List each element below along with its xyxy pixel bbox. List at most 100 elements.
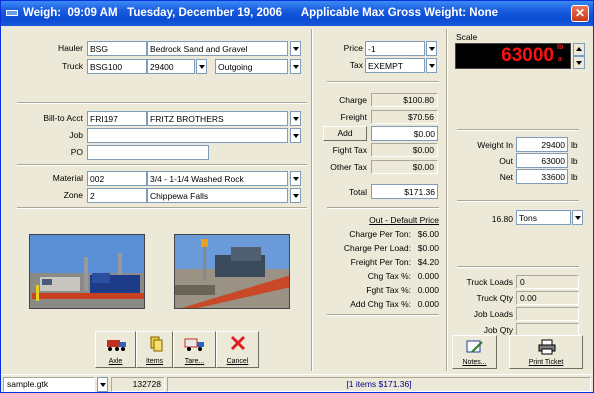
divider-right xyxy=(446,29,448,371)
price-dropdown[interactable] xyxy=(426,41,437,56)
scale-label: Scale xyxy=(456,32,478,42)
net-weight-field: 33600 xyxy=(516,169,568,184)
truck-loads-label: Truck Loads xyxy=(466,277,513,287)
separator xyxy=(17,207,307,209)
items-icon xyxy=(150,336,163,352)
weight-out-unit: lb xyxy=(571,156,578,166)
tax-dropdown[interactable] xyxy=(426,58,437,73)
truck-tare-field[interactable]: 29400 xyxy=(147,59,195,74)
app-icon xyxy=(6,10,18,16)
job-loads-value xyxy=(516,307,579,321)
scale-unit-bottom: a xyxy=(558,56,562,63)
total-field: $171.36 xyxy=(371,184,438,199)
material-dropdown[interactable] xyxy=(290,171,301,186)
items-button[interactable]: Items xyxy=(136,331,173,368)
weight-out-field[interactable]: 63000 xyxy=(516,153,568,168)
weight-out-label: Out xyxy=(499,156,513,166)
zone-name-field[interactable]: Chippewa Falls xyxy=(147,188,288,203)
print-ticket-button[interactable]: Print Ticket xyxy=(509,335,583,369)
direction-field[interactable]: Outgoing xyxy=(215,59,288,74)
scale-display: 63000 lb a xyxy=(455,43,571,69)
freight-value: $70.56 xyxy=(371,110,438,124)
hauler-dropdown[interactable] xyxy=(290,41,301,56)
cancel-button[interactable]: Cancel xyxy=(216,331,259,368)
axle-button[interactable]: Axle xyxy=(95,331,136,368)
charge-value: $100.80 xyxy=(371,93,438,107)
divider-left xyxy=(311,29,313,371)
hauler-code-field[interactable]: BSG xyxy=(87,41,147,56)
job-dropdown[interactable] xyxy=(290,128,301,143)
file-select[interactable]: sample.gtk xyxy=(3,377,95,392)
weight-in-field[interactable]: 29400 xyxy=(516,137,568,152)
scale-camera-image-1 xyxy=(29,234,145,309)
freight-per-ton-label: Freight Per Ton: xyxy=(350,257,411,267)
notes-button[interactable]: Notes... xyxy=(452,335,497,369)
net-weight-label: Net xyxy=(499,172,513,182)
job-field[interactable] xyxy=(87,128,288,143)
price-info-heading: Out - Default Price xyxy=(369,215,439,225)
weight-in-label: Weight In xyxy=(477,140,513,150)
scale-up-button[interactable] xyxy=(573,43,585,56)
file-dropdown[interactable] xyxy=(97,377,108,392)
separator xyxy=(327,81,439,83)
add-chg-tax-label: Add Chg Tax %: xyxy=(350,299,411,309)
separator xyxy=(457,200,579,202)
zone-label: Zone xyxy=(63,190,83,200)
status-items: [1 items $171.36] xyxy=(167,377,591,392)
zone-dropdown[interactable] xyxy=(290,188,301,203)
close-icon: ✕ xyxy=(574,6,586,20)
separator xyxy=(327,207,439,209)
freight-label: Freight xyxy=(340,112,367,122)
zone-code-field[interactable]: 2 xyxy=(87,188,147,203)
other-tax-value: $0.00 xyxy=(371,160,438,174)
material-code-field[interactable]: 002 xyxy=(87,171,147,186)
hauler-name-field[interactable]: Bedrock Sand and Gravel xyxy=(147,41,288,56)
chg-tax-value: 0.000 xyxy=(417,271,439,281)
freight-per-ton-value: $4.20 xyxy=(417,257,439,267)
billto-dropdown[interactable] xyxy=(290,111,301,126)
charge-per-load-value: $0.00 xyxy=(417,243,439,253)
arrow-up-icon xyxy=(576,47,582,51)
truck-code-field[interactable]: BSG100 xyxy=(87,59,147,74)
direction-dropdown[interactable] xyxy=(290,59,301,74)
weigh-window: Weigh: 09:09 AM Tuesday, December 19, 20… xyxy=(0,0,594,393)
tons-value: 16.80 xyxy=(491,214,513,224)
axle-button-label: Axle xyxy=(108,358,123,365)
scale-reading: 63000 xyxy=(501,45,554,66)
weight-in-unit: lb xyxy=(571,140,578,150)
net-weight-unit: lb xyxy=(571,172,578,182)
price-field[interactable]: -1 xyxy=(365,41,425,56)
add-button[interactable]: Add xyxy=(323,126,367,141)
truck-icon xyxy=(107,340,126,351)
print-ticket-button-label: Print Ticket xyxy=(528,359,564,366)
tare-button[interactable]: Tare... xyxy=(173,331,216,368)
material-name-field[interactable]: 3/4 - 1-1/4 Washed Rock xyxy=(147,171,288,186)
charge-label: Charge xyxy=(339,95,367,105)
truck-qty-label: Truck Qty xyxy=(476,293,513,303)
chg-tax-label: Chg Tax %: xyxy=(367,271,411,281)
add-field[interactable]: $0.00 xyxy=(371,126,438,141)
truck-tare-dropdown[interactable] xyxy=(196,59,207,74)
truck-loads-value: 0 xyxy=(516,275,579,289)
billto-name-field[interactable]: FRITZ BROTHERS xyxy=(147,111,288,126)
charge-per-load-label: Charge Per Load: xyxy=(343,243,411,253)
job-loads-label: Job Loads xyxy=(473,309,513,319)
separator xyxy=(327,314,439,316)
unit-dropdown[interactable] xyxy=(572,210,583,225)
separator xyxy=(17,102,307,104)
tax-field[interactable]: EXEMPT xyxy=(365,58,425,73)
status-bar: sample.gtk 132728 [1 items $171.36] xyxy=(1,374,593,392)
scale-down-button[interactable] xyxy=(573,56,585,69)
notes-button-label: Notes... xyxy=(462,359,487,366)
notes-icon xyxy=(466,340,483,353)
billto-code-field[interactable]: FRI197 xyxy=(87,111,147,126)
close-button[interactable]: ✕ xyxy=(571,5,589,22)
separator xyxy=(457,129,579,131)
billto-label: Bill-to Acct xyxy=(43,113,83,123)
cancel-button-label: Cancel xyxy=(226,358,249,365)
unit-select[interactable]: Tons xyxy=(516,210,571,225)
tare-truck-icon xyxy=(184,338,204,351)
po-field[interactable] xyxy=(87,145,209,160)
total-label: Total xyxy=(349,187,367,197)
hauler-label: Hauler xyxy=(57,43,83,53)
